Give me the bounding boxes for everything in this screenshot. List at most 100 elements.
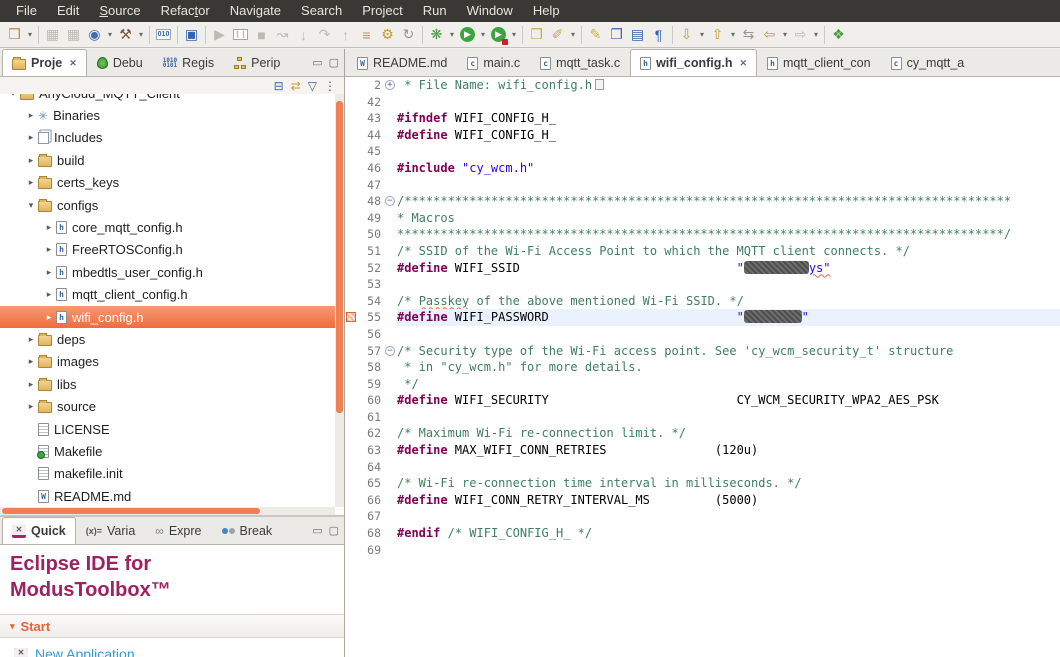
back-button[interactable]: ⇦ <box>759 24 780 46</box>
editor-tab-readme-md[interactable]: WREADME.md <box>347 49 457 76</box>
quick-tab-break[interactable]: Break <box>212 517 283 544</box>
tree-item-anycloud-mqtt-client[interactable]: ▾AnyCloud_MQTT_Client <box>0 94 344 104</box>
debug-dropdown-icon[interactable]: ▾ <box>447 30 457 39</box>
terminate-button[interactable]: ■ <box>251 24 272 46</box>
fold-gutter[interactable]: + <box>383 77 397 94</box>
annotation-ruler[interactable] <box>345 77 356 94</box>
code-line-50[interactable]: 50**************************************… <box>345 226 1060 243</box>
menu-help[interactable]: Help <box>523 0 570 22</box>
annotation-ruler[interactable] <box>345 177 356 194</box>
annotation-ruler[interactable] <box>345 127 356 144</box>
code-line-42[interactable]: 42 <box>345 94 1060 111</box>
fold-gutter[interactable]: − <box>383 193 397 210</box>
save-all-button[interactable]: ▦ <box>63 24 84 46</box>
explorer-tab-perip[interactable]: Perip <box>224 49 290 76</box>
tree-horizontal-scrollbar-thumb[interactable] <box>2 508 260 514</box>
step-return-button[interactable]: ↑ <box>335 24 356 46</box>
annotation-ruler[interactable] <box>345 459 356 476</box>
expander-icon[interactable]: ▸ <box>24 132 38 143</box>
annotation-ruler[interactable] <box>345 94 356 111</box>
menu-source[interactable]: Source <box>89 0 150 22</box>
step-over-button[interactable]: ↷ <box>314 24 335 46</box>
maximize-icon[interactable]: ▢ <box>329 56 339 69</box>
code-line-59[interactable]: 59 */ <box>345 376 1060 393</box>
expander-icon[interactable]: ▸ <box>42 267 56 278</box>
annotation-ruler[interactable] <box>345 475 356 492</box>
code-line-49[interactable]: 49* Macros <box>345 210 1060 227</box>
tree-item-libs[interactable]: ▸libs <box>0 373 344 395</box>
code-line-57[interactable]: 57−/* Security type of the Wi-Fi access … <box>345 343 1060 360</box>
annotation-ruler[interactable] <box>345 160 356 177</box>
code-line-45[interactable]: 45 <box>345 143 1060 160</box>
new-wizard-button[interactable]: ❒ <box>4 24 25 46</box>
code-line-63[interactable]: 63#define MAX_WIFI_CONN_RETRIES (120u) <box>345 442 1060 459</box>
target-selector-button[interactable]: ◉ <box>84 24 105 46</box>
expander-icon[interactable]: ▸ <box>24 155 38 166</box>
annotation-ruler[interactable] <box>345 442 356 459</box>
quick-link-new-application[interactable]: New Application <box>0 638 344 657</box>
editor-tab-main-c[interactable]: cmain.c <box>457 49 530 76</box>
annotation-ruler[interactable] <box>345 143 356 160</box>
collapse-all-icon[interactable]: ⊟ <box>274 80 284 92</box>
tree-vertical-scrollbar[interactable] <box>335 94 344 507</box>
editor-tab-mqtt-task-c[interactable]: cmqtt_task.c <box>530 49 630 76</box>
binary-view-button[interactable]: 010 <box>153 24 174 46</box>
code-line-51[interactable]: 51/* SSID of the Wi-Fi Access Point to w… <box>345 243 1060 260</box>
code-line-68[interactable]: 68#endif /* WIFI_CONFIG_H_ */ <box>345 525 1060 542</box>
explorer-tab-debu[interactable]: Debu <box>87 49 153 76</box>
expander-icon[interactable]: ▸ <box>42 312 56 323</box>
annotation-ruler[interactable] <box>345 508 356 525</box>
expander-icon[interactable]: ▾ <box>6 94 20 99</box>
debug-settings-button[interactable]: ⚙ <box>377 24 398 46</box>
code-line-64[interactable]: 64 <box>345 459 1060 476</box>
tree-item-mqtt-client-config-h[interactable]: ▸hmqtt_client_config.h <box>0 284 344 306</box>
annotation-ruler[interactable] <box>345 276 356 293</box>
expander-icon[interactable]: ▸ <box>24 334 38 345</box>
disconnect-button[interactable]: ↝ <box>272 24 293 46</box>
tree-item-includes[interactable]: ▸Includes <box>0 127 344 149</box>
annotation-ruler[interactable] <box>345 359 356 376</box>
explorer-tab-regis[interactable]: 10100101Regis <box>153 49 224 76</box>
show-outline-button[interactable]: ▤ <box>627 24 648 46</box>
skip-all-breakpoints-button[interactable]: ≡ <box>356 24 377 46</box>
expander-icon[interactable]: ▸ <box>24 110 38 121</box>
build-button[interactable]: ⚒ <box>115 24 136 46</box>
build-dropdown-icon[interactable]: ▾ <box>136 30 146 39</box>
explorer-tab-proje[interactable]: Proje✕ <box>2 49 87 76</box>
code-line-65[interactable]: 65/* Wi-Fi re-connection time interval i… <box>345 475 1060 492</box>
code-line-47[interactable]: 47 <box>345 177 1060 194</box>
code-line-58[interactable]: 58 * in "cy_wcm.h" for more details. <box>345 359 1060 376</box>
code-line-60[interactable]: 60#define WIFI_SECURITY CY_WCM_SECURITY_… <box>345 392 1060 409</box>
annotation-ruler[interactable] <box>345 210 356 227</box>
resume-button[interactable]: ▶ <box>209 24 230 46</box>
annotation-ruler[interactable] <box>345 425 356 442</box>
console-button[interactable]: ▣ <box>181 24 202 46</box>
menu-refactor[interactable]: Refactor <box>151 0 220 22</box>
tree-vertical-scrollbar-thumb[interactable] <box>336 101 343 413</box>
code-line-66[interactable]: 66#define WIFI_CONN_RETRY_INTERVAL_MS (5… <box>345 492 1060 509</box>
tree-item-source[interactable]: ▸source <box>0 395 344 417</box>
annotation-ruler[interactable] <box>345 293 356 310</box>
menu-project[interactable]: Project <box>352 0 412 22</box>
run-dropdown-icon[interactable]: ▾ <box>478 30 488 39</box>
last-edit-location-button[interactable]: ⇆ <box>738 24 759 46</box>
target-selector-dropdown-icon[interactable]: ▾ <box>105 30 115 39</box>
menu-window[interactable]: Window <box>457 0 523 22</box>
back-dropdown-icon[interactable]: ▾ <box>780 30 790 39</box>
annotation-ruler[interactable] <box>345 343 356 360</box>
code-line-43[interactable]: 43#ifndef WIFI_CONFIG_H_ <box>345 110 1060 127</box>
code-line-56[interactable]: 56 <box>345 326 1060 343</box>
code-line-2[interactable]: 2+ * File Name: wifi_config.h <box>345 77 1060 94</box>
restart-button[interactable]: ↻ <box>398 24 419 46</box>
search-dropdown-icon[interactable]: ▾ <box>568 30 578 39</box>
tree-item-binaries[interactable]: ▸✳Binaries <box>0 104 344 126</box>
forward-button[interactable]: ⇨ <box>790 24 811 46</box>
code-line-54[interactable]: 54/* Passkey of the above mentioned Wi-F… <box>345 293 1060 310</box>
tree-item-deps[interactable]: ▸deps <box>0 328 344 350</box>
annotation-ruler[interactable] <box>345 492 356 509</box>
next-annotation-button[interactable]: ⇩ <box>676 24 697 46</box>
run-external-button[interactable]: ▶ <box>488 24 509 46</box>
expander-icon[interactable]: ▾ <box>24 200 38 211</box>
link-with-editor-icon[interactable]: ⇄ <box>291 80 301 92</box>
menu-run[interactable]: Run <box>413 0 457 22</box>
